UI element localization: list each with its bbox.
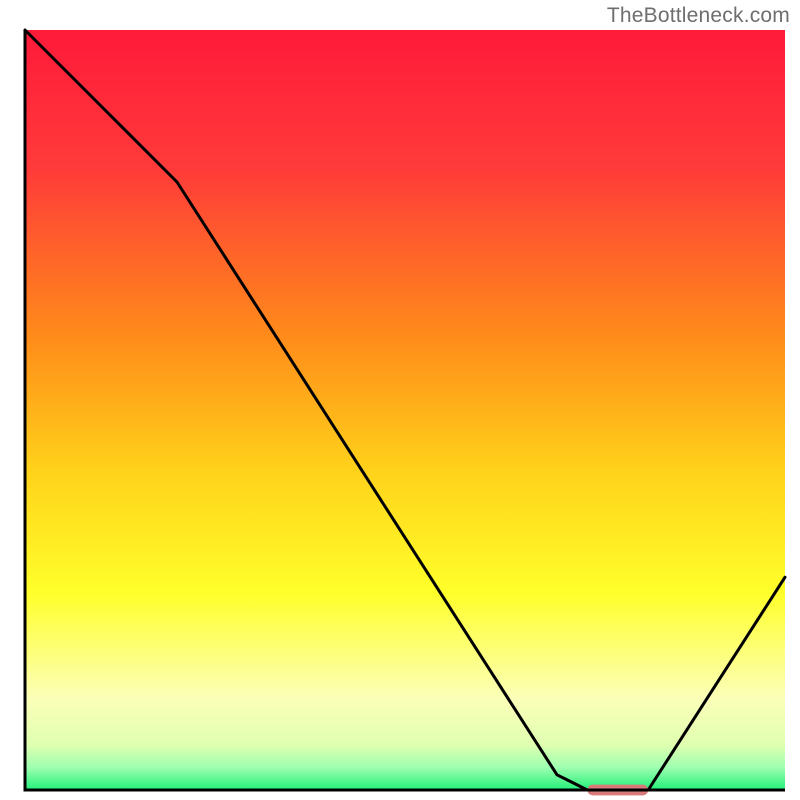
watermark-text: TheBottleneck.com <box>607 4 790 28</box>
chart-stage: TheBottleneck.com <box>0 0 800 800</box>
bottleneck-chart <box>0 0 800 800</box>
